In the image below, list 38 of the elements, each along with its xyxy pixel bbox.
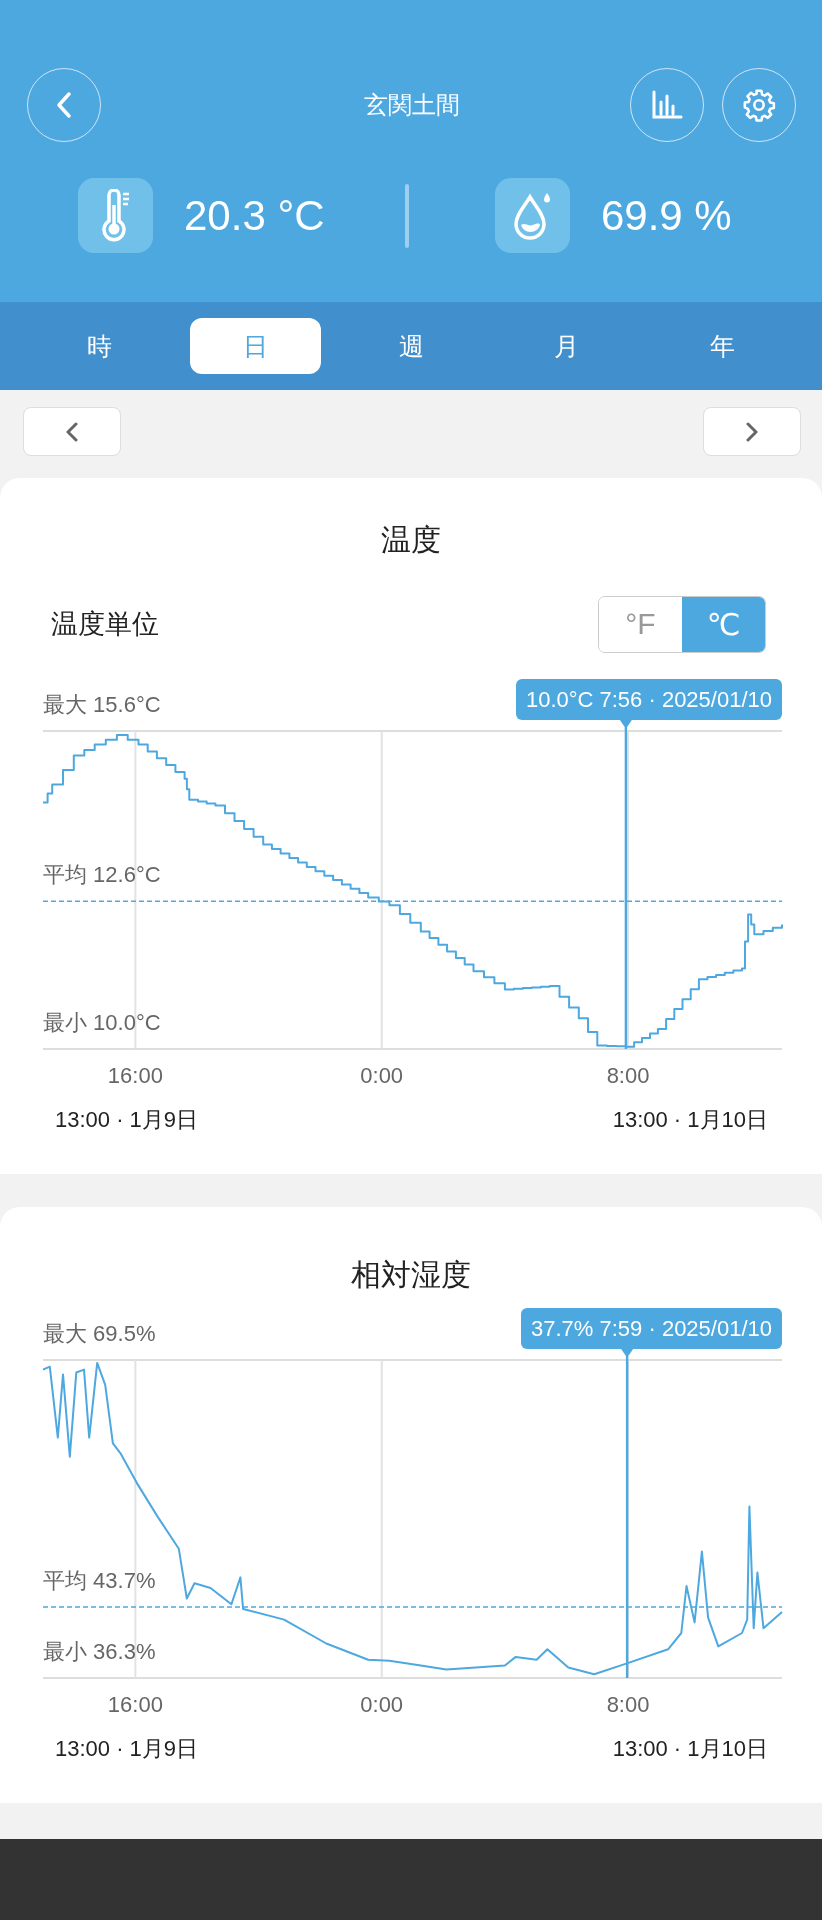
- time-label: 16:00: [107, 1692, 163, 1717]
- min-label: 最小 36.3%: [43, 1639, 156, 1664]
- range-end-label: 13:00 · 1月10日: [612, 1736, 768, 1761]
- period-tab[interactable]: 日: [189, 318, 321, 374]
- max-label: 最大 69.5%: [43, 1321, 156, 1346]
- page-title: 玄関土間: [362, 90, 461, 120]
- range-end-label: 13:00 · 1月10日: [612, 1107, 768, 1132]
- period-tab[interactable]: 年: [657, 318, 788, 374]
- reading-value: 20.3 °C: [184, 191, 326, 240]
- time-label: 8:00: [606, 1063, 650, 1088]
- chevron-left-icon: [66, 421, 78, 442]
- value-tooltip: 10.0°C 7:56 · 2025/01/10: [515, 679, 782, 720]
- chevron-right-icon: [746, 421, 758, 442]
- time-label: 8:00: [606, 1692, 650, 1717]
- unit-option[interactable]: ℃: [682, 596, 765, 652]
- range-start-label: 13:00 · 1月9日: [55, 1107, 199, 1132]
- bar-chart-icon: [651, 90, 683, 120]
- reading-value: 69.9 %: [600, 191, 733, 240]
- min-label: 最小 10.0°C: [43, 1010, 161, 1035]
- max-label: 最大 15.6°C: [43, 692, 161, 717]
- period-tab[interactable]: 月: [501, 318, 633, 374]
- range-start-label: 13:00 · 1月9日: [55, 1736, 199, 1761]
- unit-label: 温度単位: [51, 608, 159, 641]
- thermometer-icon: [100, 188, 131, 243]
- time-label: 0:00: [360, 1692, 404, 1717]
- time-label: 16:00: [107, 1063, 163, 1088]
- time-label: 0:00: [360, 1063, 404, 1088]
- next-button[interactable]: [703, 407, 801, 456]
- average-label: 平均 12.6°C: [43, 862, 161, 888]
- settings-icon: [742, 88, 776, 122]
- period-tab[interactable]: 時: [34, 318, 165, 374]
- value-tooltip: 37.7% 7:59 · 2025/01/10: [521, 1308, 782, 1349]
- previous-button[interactable]: [23, 407, 121, 456]
- back-icon: [56, 91, 72, 119]
- period-tab[interactable]: 週: [345, 318, 477, 374]
- chart-title: 温度: [380, 522, 442, 558]
- average-label: 平均 43.7%: [43, 1568, 156, 1594]
- chart-title: 相対湿度: [350, 1257, 472, 1293]
